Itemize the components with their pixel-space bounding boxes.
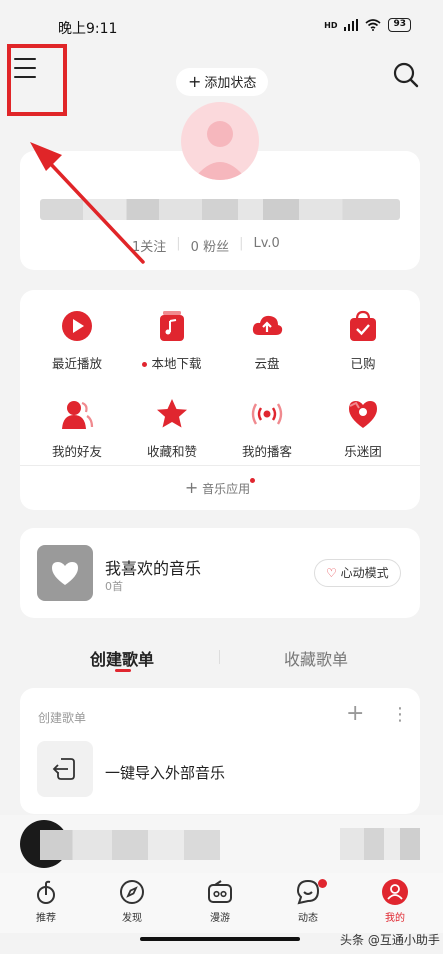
recommend-icon	[37, 880, 55, 904]
grid-item-label: 云盘	[254, 356, 280, 371]
nav-label: 发现	[122, 913, 142, 924]
liked-music-title: 我喜欢的音乐	[105, 559, 202, 578]
cloud-disk-icon	[252, 315, 283, 335]
network-label: HD	[324, 20, 338, 30]
grid-item-local-download[interactable]: 本地下载	[122, 309, 222, 372]
follow-count[interactable]: 1关注	[132, 236, 166, 255]
add-status-label: 添加状态	[204, 76, 257, 91]
profile-icon	[382, 879, 408, 905]
fan-club-icon	[349, 401, 377, 428]
search-icon[interactable]	[392, 61, 420, 89]
song-info-blurred	[40, 830, 220, 860]
podcast-icon	[251, 403, 283, 425]
tab-collected-playlists[interactable]: 收藏歌单	[284, 646, 348, 670]
grid-item-label: 我的好友	[51, 444, 102, 459]
grid-item-fan-club[interactable]: 乐迷团	[313, 397, 413, 460]
nav-roam[interactable]: 漫游	[190, 878, 250, 924]
heart-icon	[52, 562, 78, 585]
home-indicator[interactable]	[140, 937, 300, 941]
wifi-icon	[365, 19, 381, 31]
grid-item-label: 本地下载	[142, 356, 201, 371]
favorites-icon	[157, 399, 187, 428]
level-badge[interactable]: Lv.0	[253, 236, 279, 255]
grid-item-purchased[interactable]: 已购	[313, 309, 413, 372]
grid-item-podcast[interactable]: 我的播客	[217, 397, 317, 460]
menu-highlight-box	[7, 44, 67, 116]
notification-dot	[250, 478, 256, 483]
player-controls-blurred	[340, 828, 420, 860]
grid-item-label: 已购	[350, 356, 376, 371]
roam-icon	[208, 880, 232, 903]
nav-label: 推荐	[36, 913, 56, 924]
add-playlist-icon[interactable]: +	[346, 703, 364, 725]
recent-play-icon	[62, 311, 92, 341]
nav-recommend[interactable]: 推荐	[16, 878, 76, 924]
purchased-icon	[350, 310, 376, 341]
discover-icon	[120, 880, 144, 904]
nav-label: 漫游	[210, 913, 230, 924]
import-external-music[interactable]: 一键导入外部音乐	[105, 762, 225, 783]
music-app-label: 音乐应用	[202, 482, 251, 496]
divider	[219, 650, 220, 664]
status-time: 晚上9:11	[58, 21, 118, 37]
notification-dot	[318, 879, 327, 888]
follow-stats: 1关注 | 0 粉丝 | Lv.0	[132, 236, 280, 255]
heart-mode-label: 心动模式	[340, 566, 389, 580]
grid-item-friends[interactable]: 我的好友	[27, 397, 127, 460]
username-blurred	[40, 199, 400, 220]
plus-icon: +	[188, 72, 202, 91]
more-icon[interactable]: ⋮	[391, 706, 409, 724]
avatar[interactable]	[181, 102, 259, 180]
grid-item-label: 收藏和赞	[146, 444, 197, 459]
nav-label: 动态	[298, 913, 318, 924]
watermark: 头条 @互通小助手	[340, 933, 440, 947]
system-icons: HD 93	[324, 18, 411, 32]
plus-icon: +	[184, 478, 199, 497]
avatar-icon	[193, 121, 247, 180]
grid-item-label: 最近播放	[51, 356, 102, 371]
battery-indicator: 93	[388, 18, 411, 32]
music-app-button[interactable]: + 音乐应用	[20, 478, 420, 497]
grid-item-favorites[interactable]: 收藏和赞	[122, 397, 222, 460]
import-icon[interactable]	[37, 741, 93, 797]
add-status-button[interactable]: + 添加状态	[176, 68, 269, 96]
friends-icon	[62, 401, 94, 429]
divider: |	[176, 236, 181, 251]
nav-label: 我的	[385, 913, 405, 924]
grid-item-label: 乐迷团	[344, 444, 382, 459]
grid-item-cloud[interactable]: 云盘	[217, 309, 317, 372]
grid-item-label: 我的播客	[241, 444, 292, 459]
import-arrow-icon	[52, 758, 75, 780]
tab-created-playlists[interactable]: 创建歌单	[90, 646, 154, 670]
heart-mode-button[interactable]: ♡ 心动模式	[314, 559, 401, 587]
nav-feed[interactable]: 动态	[278, 878, 338, 924]
playlist-section-header: 创建歌单	[38, 711, 87, 725]
liked-music-cover	[37, 545, 93, 601]
grid-item-recent[interactable]: 最近播放	[27, 309, 127, 372]
nav-profile[interactable]: 我的	[365, 878, 425, 924]
liked-music-count: 0首	[105, 580, 123, 593]
signal-icon	[344, 19, 359, 31]
fans-count[interactable]: 0 粉丝	[191, 236, 229, 255]
nav-discover[interactable]: 发现	[102, 878, 162, 924]
divider	[20, 465, 420, 466]
heartbeat-icon: ♡	[326, 566, 337, 580]
tab-active-indicator	[115, 669, 131, 672]
local-download-icon	[160, 311, 184, 341]
divider: |	[239, 236, 244, 251]
